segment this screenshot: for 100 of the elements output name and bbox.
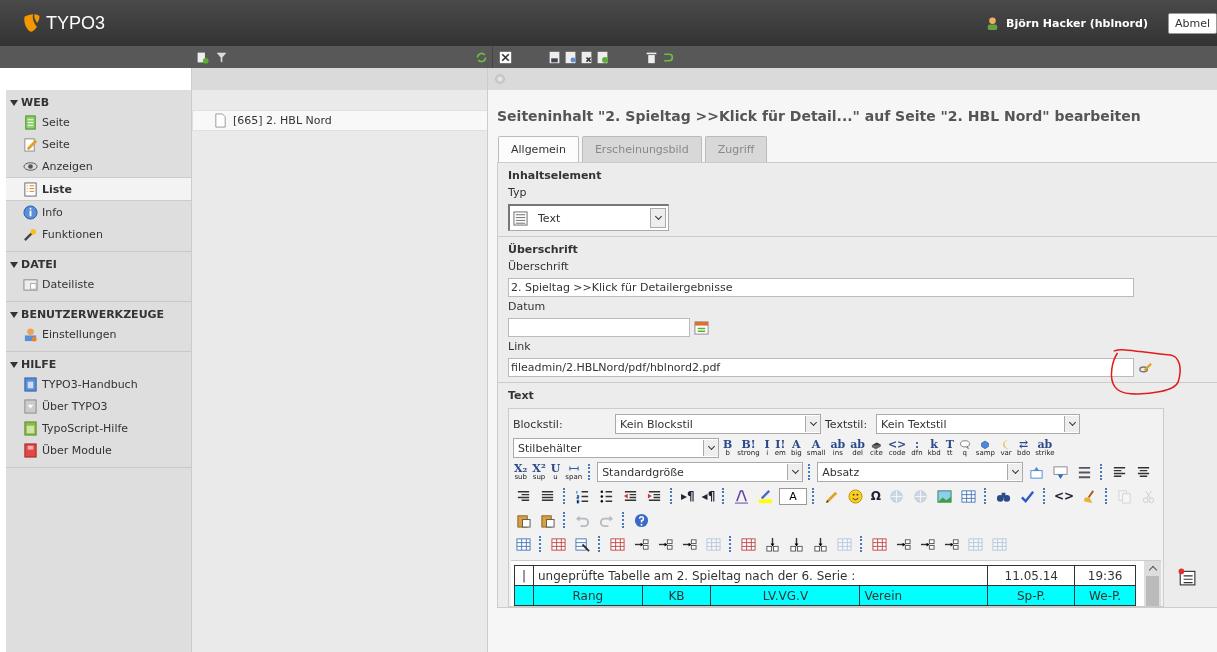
save-close-icon[interactable]	[580, 50, 593, 64]
checkmark-icon[interactable]	[1019, 488, 1035, 504]
table-icon[interactable]	[741, 536, 756, 552]
letter-a-icon[interactable]	[734, 488, 750, 504]
wand-icon	[23, 226, 38, 242]
arrow-cells-icon[interactable]	[789, 536, 804, 552]
module-item[interactable]: Seite	[6, 111, 191, 133]
block-insert-icon[interactable]	[1053, 464, 1069, 480]
table-wand-icon[interactable]	[575, 536, 590, 552]
module-item[interactable]: Über TYPO3	[6, 395, 191, 417]
toolbar-button[interactable]: <>	[1051, 489, 1076, 503]
refresh-icon[interactable]	[475, 50, 488, 64]
table-icon[interactable]	[551, 536, 566, 552]
save-view-icon[interactable]	[564, 50, 577, 64]
list-edit-icon[interactable]	[1178, 568, 1196, 586]
help-icon[interactable]	[634, 512, 649, 528]
module-group-header[interactable]: HILFE	[6, 356, 191, 373]
module-item[interactable]: Einstellungen	[6, 323, 191, 345]
horizontal-rule-icon[interactable]	[1077, 464, 1093, 480]
arrow-cells-icon[interactable]	[634, 536, 649, 552]
table-icon[interactable]	[516, 536, 531, 552]
undo-icon[interactable]	[661, 50, 674, 64]
save-icon[interactable]	[548, 50, 561, 64]
tab[interactable]: Allgemein	[498, 136, 579, 162]
header-input[interactable]: 2. Spieltag >>Klick für Detailergebnisse	[508, 278, 1134, 297]
clipboard-icon[interactable]	[540, 512, 555, 528]
arrow-cells-icon[interactable]	[813, 536, 828, 552]
style-select[interactable]: Absatz	[817, 462, 1024, 482]
align-left-icon[interactable]	[1112, 464, 1128, 480]
table-cell: We-P.	[1074, 585, 1136, 606]
arrow-cells-icon[interactable]	[658, 536, 673, 552]
style-select[interactable]: Stilbehälter	[513, 438, 719, 458]
style-select[interactable]: Standardgröße	[597, 462, 804, 482]
link-pencil-icon[interactable]	[1138, 360, 1153, 375]
arrow-cells-icon[interactable]	[765, 536, 780, 552]
table-cell: Verein	[859, 585, 988, 606]
type-select[interactable]: Text	[508, 204, 669, 231]
trash-icon[interactable]	[645, 50, 658, 64]
image-icon[interactable]	[936, 488, 952, 504]
text-color-button[interactable]: A	[779, 487, 807, 505]
highlighter-icon[interactable]	[758, 488, 774, 504]
logout-button[interactable]: Abmel	[1167, 12, 1217, 34]
bullet-list-icon[interactable]	[598, 488, 614, 504]
filter-icon[interactable]	[215, 50, 228, 64]
book-icon	[23, 442, 38, 458]
page-tree-item[interactable]: [665] 2. HBL Nord	[192, 110, 487, 131]
module-item[interactable]: Dateiliste	[6, 273, 191, 295]
text-icon	[513, 210, 528, 226]
field-label: Überschrift	[508, 260, 570, 273]
broom-icon[interactable]	[1082, 488, 1097, 504]
toolbar-button[interactable]: Ω	[868, 489, 883, 503]
table-icon[interactable]	[960, 488, 976, 504]
module-item[interactable]: Funktionen	[6, 223, 191, 245]
module-item[interactable]: Über Module	[6, 439, 191, 461]
smiley-icon[interactable]	[847, 488, 863, 504]
module-group-header[interactable]: BENUTZERWERKZEUGE	[6, 306, 191, 323]
speech-bubble-icon	[958, 439, 971, 450]
numbered-list-icon[interactable]	[574, 488, 590, 504]
toolbar-button[interactable]: ▸¶	[678, 489, 697, 503]
arrow-cells-icon[interactable]	[920, 536, 935, 552]
module-item[interactable]: Anzeigen	[6, 155, 191, 177]
caret-icon	[787, 464, 803, 480]
table-cell: 19:36	[1074, 565, 1136, 586]
close-icon[interactable]	[499, 50, 512, 64]
table-icon[interactable]	[872, 536, 887, 552]
date-input[interactable]	[508, 318, 690, 337]
block-style-select[interactable]: Kein Blockstil	[615, 414, 821, 434]
arrow-cells-icon[interactable]	[896, 536, 911, 552]
outdent-icon[interactable]	[622, 488, 638, 504]
link-input[interactable]: fileadmin/2.HBLNord/pdf/hblnord2.pdf	[508, 358, 1134, 377]
indent-icon[interactable]	[646, 488, 662, 504]
text-style-select[interactable]: Kein Textstil	[876, 414, 1081, 434]
align-center-icon[interactable]	[1136, 464, 1152, 480]
caret-icon	[703, 440, 718, 456]
scrollbar[interactable]	[1144, 561, 1161, 606]
module-item[interactable]: Liste	[6, 177, 191, 201]
folder-icon	[23, 276, 38, 292]
module-group-header[interactable]: DATEI	[6, 256, 191, 273]
box-icon	[23, 398, 38, 414]
align-right-icon[interactable]	[516, 488, 531, 504]
arrow-cells-icon[interactable]	[944, 536, 959, 552]
caret-icon	[1064, 416, 1080, 432]
table-icon[interactable]	[610, 536, 625, 552]
save-new-icon[interactable]	[596, 50, 609, 64]
user-name[interactable]: Björn Hacker (hblnord)	[1006, 16, 1148, 30]
module-item[interactable]: TypoScript-Hilfe	[6, 417, 191, 439]
module-item[interactable]: Seite	[6, 133, 191, 155]
clipboard-icon[interactable]	[516, 512, 531, 528]
new-page-icon[interactable]	[196, 50, 209, 64]
module-item[interactable]: TYPO3-Handbuch	[6, 373, 191, 395]
justify-icon[interactable]	[540, 488, 555, 504]
toolbar-button[interactable]: ◂¶	[699, 489, 718, 503]
field-label: Blockstil:	[513, 417, 564, 431]
module-item[interactable]: Info	[6, 201, 191, 223]
logo-text: TYPO3	[46, 12, 106, 34]
module-group-header[interactable]: WEB	[6, 94, 191, 111]
table-cell: 11.05.14	[987, 565, 1075, 586]
block-insert-icon[interactable]	[1029, 464, 1045, 480]
arrow-cells-icon[interactable]	[682, 536, 697, 552]
calendar-icon[interactable]	[694, 320, 709, 335]
